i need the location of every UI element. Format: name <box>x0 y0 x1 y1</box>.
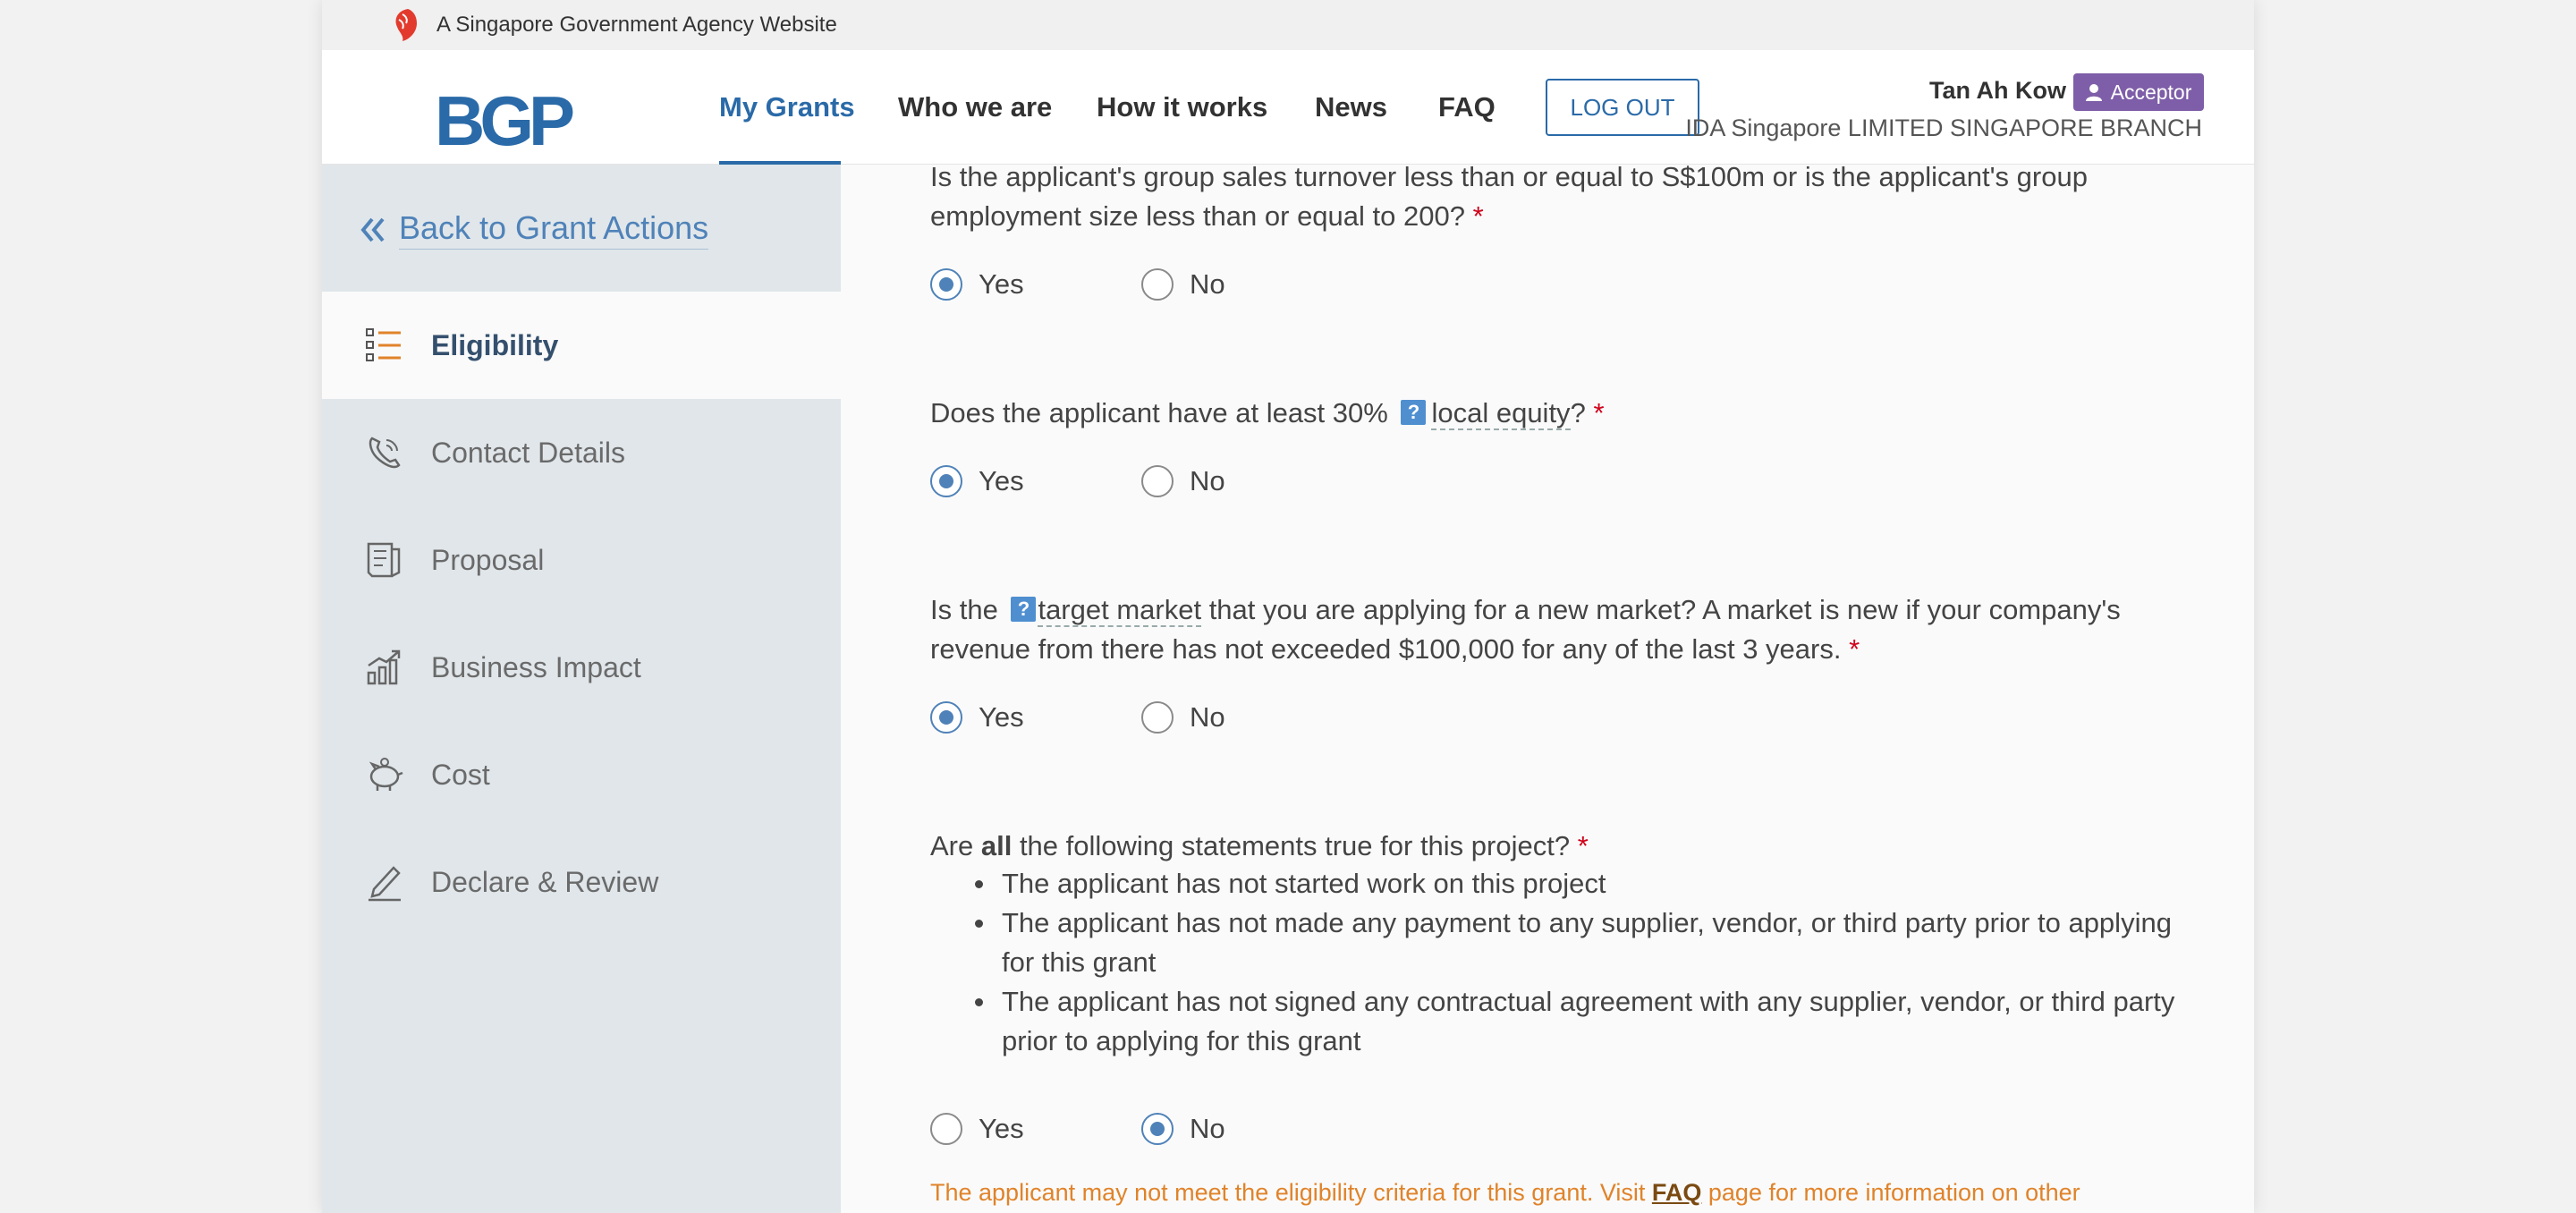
document-icon <box>367 542 401 578</box>
radio-circle[interactable] <box>1141 701 1174 734</box>
phone-icon <box>369 437 401 469</box>
bgp-logo[interactable]: BGP <box>435 86 575 156</box>
sidebar-item-contact-details[interactable]: Contact Details <box>322 399 841 506</box>
radio-label: No <box>1190 701 1225 733</box>
question-project-statements: Are all the following statements true fo… <box>930 827 2182 866</box>
sidebar: Back to Grant Actions Eligibility Contac… <box>322 165 841 1213</box>
page-container: A Singapore Government Agency Website BG… <box>322 0 2254 1213</box>
back-to-grant-actions-link[interactable]: Back to Grant Actions <box>360 209 709 250</box>
list-item: The applicant has not made any payment t… <box>975 903 2182 982</box>
radio-label: No <box>1190 268 1225 300</box>
radio-label: Yes <box>979 268 1024 300</box>
radio-no[interactable]: No <box>1141 701 1225 734</box>
singapore-lion-icon <box>395 9 417 41</box>
term-target-market[interactable]: target market <box>1038 594 1202 627</box>
radio-group-target-market: Yes No <box>930 701 1225 734</box>
role-label: Acceptor <box>2110 80 2192 104</box>
piggy-bank-icon <box>369 758 403 791</box>
sidebar-item-proposal[interactable]: Proposal <box>322 506 841 614</box>
question-text-end: the following statements true for this p… <box>1012 830 1571 861</box>
question-local-equity: Does the applicant have at least 30% ? lo… <box>930 394 2182 433</box>
radio-label: Yes <box>979 1113 1024 1144</box>
radio-circle[interactable] <box>930 268 962 301</box>
question-text: Does the applicant have at least 30% <box>930 397 1388 428</box>
logout-button[interactable]: LOG OUT <box>1546 79 1699 136</box>
radio-circle[interactable] <box>930 465 962 497</box>
list-item: The applicant has not started work on th… <box>975 864 2182 903</box>
radio-label: Yes <box>979 701 1024 733</box>
list-item: The applicant has not signed any contrac… <box>975 982 2182 1061</box>
sidebar-item-cost[interactable]: Cost <box>322 721 841 828</box>
question-emphasis: all <box>980 830 1013 861</box>
question-text: Are <box>930 830 981 861</box>
radio-no[interactable]: No <box>1141 1113 1225 1145</box>
question-text: Is the applicant's group sales turnover … <box>930 161 2088 232</box>
radio-group-project-statements: Yes No <box>930 1113 1225 1145</box>
sidebar-item-label: Business Impact <box>431 650 641 683</box>
radio-no[interactable]: No <box>1141 268 1225 301</box>
radio-circle[interactable] <box>930 701 962 734</box>
user-icon <box>2085 84 2102 101</box>
term-local-equity[interactable]: local equity <box>1431 397 1571 430</box>
nav-my-grants[interactable]: My Grants <box>719 91 855 123</box>
radio-group-local-equity: Yes No <box>930 465 1225 497</box>
sidebar-item-label: Cost <box>431 758 490 791</box>
statements-list: The applicant has not started work on th… <box>930 864 2182 1061</box>
required-mark: * <box>1472 200 1484 232</box>
warning-text-end: page for more information on other <box>1701 1179 2080 1206</box>
sidebar-item-label: Contact Details <box>431 436 625 469</box>
question-text-end: ? <box>1570 397 1586 428</box>
radio-yes[interactable]: Yes <box>930 1113 1141 1145</box>
growth-chart-icon <box>367 649 401 685</box>
eligibility-warning: The applicant may not meet the eligibili… <box>930 1179 2080 1207</box>
radio-yes[interactable]: Yes <box>930 701 1141 734</box>
masthead-text: A Singapore Government Agency Website <box>436 13 837 37</box>
question-group-turnover: Is the applicant's group sales turnover … <box>930 157 2182 236</box>
radio-circle[interactable] <box>930 1113 962 1145</box>
radio-yes[interactable]: Yes <box>930 465 1141 497</box>
radio-group-turnover: Yes No <box>930 268 1225 301</box>
radio-circle[interactable] <box>1141 465 1174 497</box>
sidebar-item-label: Proposal <box>431 543 545 576</box>
nav-how-it-works[interactable]: How it works <box>1097 91 1267 123</box>
radio-label: Yes <box>979 465 1024 496</box>
sidebar-item-eligibility[interactable]: Eligibility <box>322 292 841 399</box>
user-name: Tan Ah Kow <box>1929 77 2066 104</box>
nav-news[interactable]: News <box>1315 91 1387 123</box>
required-mark: * <box>1577 830 1589 861</box>
faq-link[interactable]: FAQ <box>1652 1179 1702 1206</box>
back-link-label: Back to Grant Actions <box>399 209 709 250</box>
list-icon <box>366 328 401 361</box>
sidebar-item-label: Declare & Review <box>431 865 659 898</box>
radio-label: No <box>1190 1113 1225 1144</box>
required-mark: * <box>1849 633 1860 665</box>
question-text: Is the <box>930 594 998 625</box>
site-header: BGP My Grants Who we are How it works Ne… <box>322 50 2254 165</box>
radio-circle[interactable] <box>1141 268 1174 301</box>
double-chevron-left-icon <box>360 217 385 242</box>
radio-label: No <box>1190 465 1225 496</box>
nav-faq[interactable]: FAQ <box>1438 91 1496 123</box>
radio-yes[interactable]: Yes <box>930 268 1141 301</box>
required-mark: * <box>1593 397 1605 428</box>
pen-sign-icon <box>369 866 401 902</box>
help-tooltip-icon[interactable]: ? <box>1011 597 1037 622</box>
nav-who-we-are[interactable]: Who we are <box>898 91 1052 123</box>
sidebar-item-declare-review[interactable]: Declare & Review <box>322 828 841 936</box>
sidebar-item-business-impact[interactable]: Business Impact <box>322 614 841 721</box>
help-tooltip-icon[interactable]: ? <box>1401 400 1427 425</box>
role-badge: Acceptor <box>2073 73 2204 111</box>
warning-text: The applicant may not meet the eligibili… <box>930 1179 1652 1206</box>
company-name: IDA Singapore LIMITED SINGAPORE BRANCH <box>1685 115 2202 141</box>
sidebar-item-label: Eligibility <box>431 328 559 361</box>
gov-masthead: A Singapore Government Agency Website <box>322 0 2254 50</box>
radio-no[interactable]: No <box>1141 465 1225 497</box>
question-target-market: Is the ? target market that you are apply… <box>930 590 2182 669</box>
radio-circle[interactable] <box>1141 1113 1174 1145</box>
